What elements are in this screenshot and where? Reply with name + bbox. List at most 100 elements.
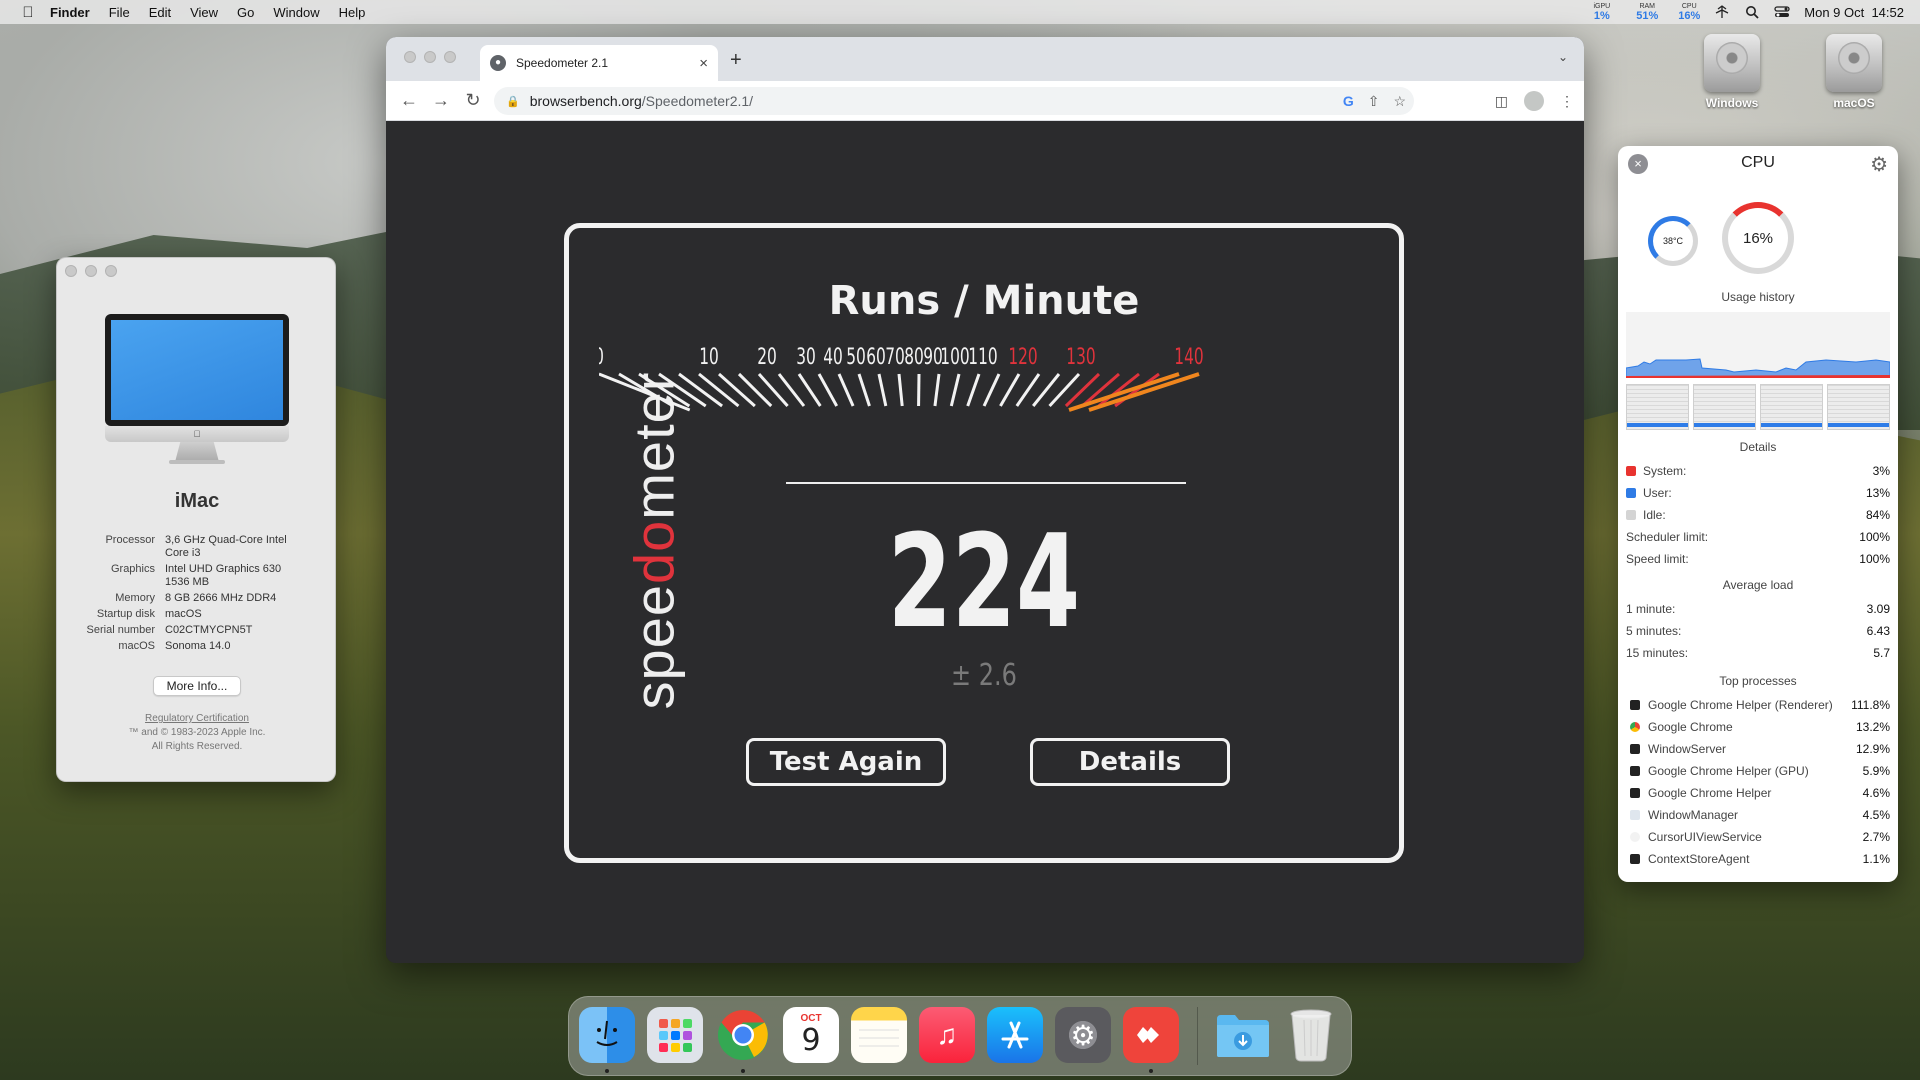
drive-macos[interactable]: macOS: [1814, 34, 1894, 110]
detail-key: Idle:: [1643, 508, 1666, 522]
new-tab-plus-icon[interactable]: +: [730, 49, 742, 72]
process-cpu: 1.1%: [1862, 852, 1890, 866]
gauge-tick: [698, 372, 740, 408]
tab-strip: ● Speedometer 2.1 × + ⌄: [386, 37, 1584, 81]
close-window-button[interactable]: [65, 265, 77, 277]
menu-go[interactable]: Go: [237, 5, 254, 20]
temperature-gauge: 38°C: [1648, 216, 1698, 266]
dock-separator: [1197, 1007, 1198, 1065]
detail-value: 13%: [1865, 486, 1890, 500]
menu-help[interactable]: Help: [339, 5, 366, 20]
process-cpu: 2.7%: [1862, 830, 1890, 844]
gauge-tick: [857, 373, 871, 407]
gauge-label: 20: [757, 344, 777, 369]
spotlight-search-icon[interactable]: [1744, 5, 1760, 19]
minimize-window-button[interactable]: [85, 265, 97, 277]
app-store-icon[interactable]: [987, 1007, 1043, 1063]
hard-drive-icon: [1704, 34, 1760, 92]
score-value: 224: [887, 508, 1081, 657]
notes-icon[interactable]: [851, 1007, 907, 1063]
music-icon[interactable]: ♫: [919, 1007, 975, 1063]
calendar-icon[interactable]: OCT 9: [783, 1007, 839, 1063]
anydesk-icon[interactable]: [1123, 1007, 1179, 1063]
minimize-window-button[interactable]: [424, 51, 436, 63]
process-row[interactable]: ContextStoreAgent 1.1%: [1626, 850, 1890, 868]
avg-value: 5.7: [1873, 646, 1890, 660]
spec-row: Serial number C02CTMYCPN5T: [57, 624, 337, 637]
calendar-day: 9: [801, 1023, 821, 1058]
url-path: /Speedometer2.1/: [641, 93, 754, 109]
divider-line: [786, 482, 1186, 484]
reload-icon[interactable]: ↻: [464, 90, 482, 111]
launchpad-icon[interactable]: [647, 1007, 703, 1063]
menu-file[interactable]: File: [109, 5, 130, 20]
forward-arrow-icon[interactable]: →: [432, 90, 450, 111]
share-icon[interactable]: ⇧: [1368, 93, 1380, 110]
detail-key: System:: [1643, 464, 1687, 478]
usage-history-title: Usage history: [1721, 290, 1795, 304]
detail-row-idle: Idle: 84%: [1626, 506, 1890, 524]
cpu-widget-title: CPU: [1741, 154, 1775, 171]
back-arrow-icon[interactable]: ←: [400, 90, 418, 111]
gauge-label: 80: [904, 344, 924, 369]
apple-menu-icon[interactable]: : [20, 4, 36, 21]
system-settings-icon[interactable]: ⚙: [1055, 1007, 1111, 1063]
trash-icon[interactable]: [1283, 1007, 1339, 1063]
browser-toolbar: ← → ↻ 🔒 browserbench.org/Speedometer2.1/…: [386, 81, 1584, 121]
spec-key: Serial number: [86, 624, 155, 636]
gauge-label: 60: [866, 344, 886, 369]
test-again-button[interactable]: Test Again: [746, 738, 946, 786]
zoom-window-button[interactable]: [444, 51, 456, 63]
tab-search-chevron-icon[interactable]: ⌄: [1558, 50, 1568, 64]
drive-windows[interactable]: Windows: [1692, 34, 1772, 110]
menubar-clock[interactable]: Mon 9 Oct 14:52: [1804, 5, 1904, 20]
zoom-window-button[interactable]: [105, 265, 117, 277]
cpu-stat[interactable]: CPU 16%: [1678, 3, 1700, 22]
gauge-tick: [877, 373, 888, 407]
more-info-button[interactable]: More Info...: [153, 676, 241, 696]
process-row[interactable]: Google Chrome 13.2%: [1626, 718, 1890, 736]
cpu-stat-value: 16%: [1678, 9, 1701, 22]
regulatory-certification-link[interactable]: Regulatory Certification: [57, 712, 337, 726]
process-name: Google Chrome Helper: [1648, 786, 1772, 800]
lock-icon[interactable]: 🔒: [506, 95, 520, 108]
process-row[interactable]: Google Chrome Helper 4.6%: [1626, 784, 1890, 802]
process-row[interactable]: WindowManager 4.5%: [1626, 806, 1890, 824]
process-row[interactable]: Google Chrome Helper (GPU) 5.9%: [1626, 762, 1890, 780]
side-panel-icon[interactable]: ◫: [1495, 93, 1508, 110]
process-row[interactable]: WindowServer 12.9%: [1626, 740, 1890, 758]
address-bar[interactable]: 🔒 browserbench.org/Speedometer2.1/ G ⇧ ☆: [494, 87, 1414, 115]
details-button[interactable]: Details: [1030, 738, 1230, 786]
finder-icon[interactable]: [579, 1007, 635, 1063]
bookmark-star-icon[interactable]: ☆: [1393, 93, 1406, 110]
gear-icon[interactable]: ⚙: [1870, 152, 1888, 177]
menu-view[interactable]: View: [190, 5, 218, 20]
chrome-icon[interactable]: [715, 1007, 771, 1063]
gauge-label: 0: [599, 344, 604, 369]
network-icon[interactable]: [1714, 5, 1730, 19]
gauge-tick: [999, 373, 1021, 407]
avg-row: 1 minute: 3.09: [1626, 600, 1890, 618]
process-row[interactable]: Google Chrome Helper (Renderer) 111.8%: [1626, 696, 1890, 714]
details-title: Details: [1739, 440, 1777, 454]
gauge-label: 30: [796, 344, 816, 369]
profile-avatar-icon[interactable]: [1524, 91, 1544, 111]
google-lens-icon[interactable]: G: [1343, 93, 1354, 109]
top-processes-title: Top processes: [1719, 674, 1797, 688]
about-this-mac-window:  iMac Processor 3,6 GHz Quad-Core Intel …: [56, 257, 336, 782]
menu-window[interactable]: Window: [273, 5, 319, 20]
copyright-line: ™ and © 1983-2023 Apple Inc.: [128, 727, 266, 738]
ram-stat[interactable]: RAM 51%: [1636, 3, 1658, 22]
igpu-stat[interactable]: iGPU 1%: [1593, 3, 1610, 22]
menu-edit[interactable]: Edit: [149, 5, 171, 20]
kebab-menu-icon[interactable]: ⋮: [1560, 93, 1574, 110]
control-center-icon[interactable]: [1774, 5, 1790, 19]
gauge-tick: [737, 372, 773, 408]
process-row[interactable]: CursorUIViewService 2.7%: [1626, 828, 1890, 846]
close-window-button[interactable]: [404, 51, 416, 63]
tab-speedometer[interactable]: ● Speedometer 2.1 ×: [480, 45, 718, 81]
downloads-folder-icon[interactable]: [1215, 1007, 1271, 1063]
menu-app-finder[interactable]: Finder: [50, 5, 90, 20]
close-tab-icon[interactable]: ×: [699, 55, 708, 72]
spec-row: Startup disk macOS: [57, 608, 337, 621]
